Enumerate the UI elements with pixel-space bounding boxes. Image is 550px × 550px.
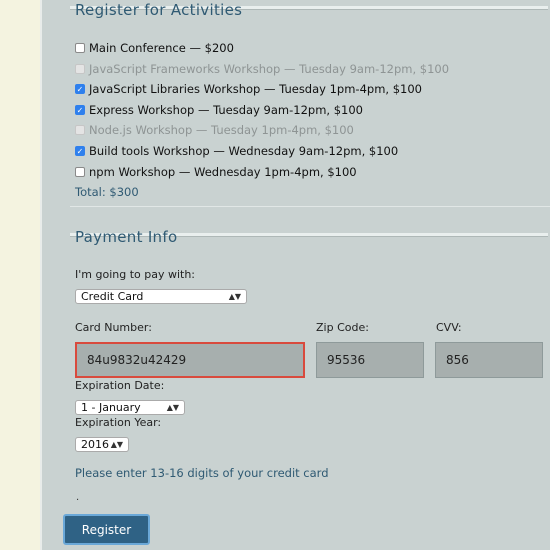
- cvv-label: CVV:: [436, 321, 462, 334]
- activity-label: Main Conference — $200: [89, 41, 234, 55]
- zip-code-input[interactable]: 95536: [316, 342, 424, 378]
- payment-method-select[interactable]: Credit Card ▲▼: [75, 289, 247, 304]
- card-number-input[interactable]: 84u9832u42429: [75, 342, 305, 378]
- card-validation-hint: Please enter 13-16 digits of your credit…: [75, 466, 329, 480]
- expiration-month-select[interactable]: 1 - January ▲▼: [75, 400, 185, 415]
- activity-item[interactable]: npm Workshop — Wednesday 1pm-4pm, $100: [75, 164, 357, 180]
- stray-dot: .: [76, 492, 80, 503]
- activity-item[interactable]: ✓ Express Workshop — Tuesday 9am-12pm, $…: [75, 102, 363, 118]
- card-number-label: Card Number:: [75, 321, 152, 334]
- expiration-year-select[interactable]: 2016 ▲▼: [75, 437, 129, 452]
- activity-label: JavaScript Libraries Workshop — Tuesday …: [89, 82, 422, 96]
- activities-total: Total: $300: [75, 185, 139, 199]
- expiration-month-value: 1 - January: [81, 401, 141, 414]
- activity-checkbox[interactable]: [75, 167, 85, 177]
- activities-legend: Register for Activities: [75, 1, 243, 19]
- expiration-year-label: Expiration Year:: [75, 416, 162, 429]
- activity-checkbox[interactable]: [75, 43, 85, 53]
- activity-item: JavaScript Frameworks Workshop — Tuesday…: [75, 61, 449, 77]
- check-icon[interactable]: ✓: [75, 84, 85, 94]
- select-arrows-icon: ▲▼: [110, 440, 123, 449]
- activity-item[interactable]: Main Conference — $200: [75, 40, 234, 56]
- activity-label: Build tools Workshop — Wednesday 9am-12p…: [89, 144, 399, 158]
- register-button[interactable]: Register: [63, 514, 150, 545]
- zip-code-label: Zip Code:: [316, 321, 369, 334]
- activity-label: npm Workshop — Wednesday 1pm-4pm, $100: [89, 165, 357, 179]
- cvv-input[interactable]: 856: [435, 342, 543, 378]
- select-arrows-icon: ▲▼: [166, 403, 179, 412]
- activity-label: JavaScript Frameworks Workshop — Tuesday…: [89, 62, 450, 76]
- activity-checkbox: [75, 64, 85, 74]
- pay-with-label: I'm going to pay with:: [75, 268, 196, 281]
- check-icon[interactable]: ✓: [75, 105, 85, 115]
- select-arrows-icon: ▲▼: [228, 292, 241, 301]
- activities-bottom-border: [70, 206, 550, 207]
- payment-method-value: Credit Card: [81, 290, 144, 303]
- activity-item: Node.js Workshop — Tuesday 1pm-4pm, $100: [75, 122, 354, 138]
- activity-label: Node.js Workshop — Tuesday 1pm-4pm, $100: [89, 123, 354, 137]
- expiration-year-value: 2016: [81, 438, 109, 451]
- activity-item[interactable]: ✓ JavaScript Libraries Workshop — Tuesda…: [75, 81, 422, 97]
- activity-label: Express Workshop — Tuesday 9am-12pm, $10…: [89, 103, 363, 117]
- check-icon[interactable]: ✓: [75, 146, 85, 156]
- expiration-date-label: Expiration Date:: [75, 379, 165, 392]
- activity-checkbox: [75, 125, 85, 135]
- activity-item[interactable]: ✓ Build tools Workshop — Wednesday 9am-1…: [75, 143, 398, 159]
- payment-legend: Payment Info: [75, 228, 178, 246]
